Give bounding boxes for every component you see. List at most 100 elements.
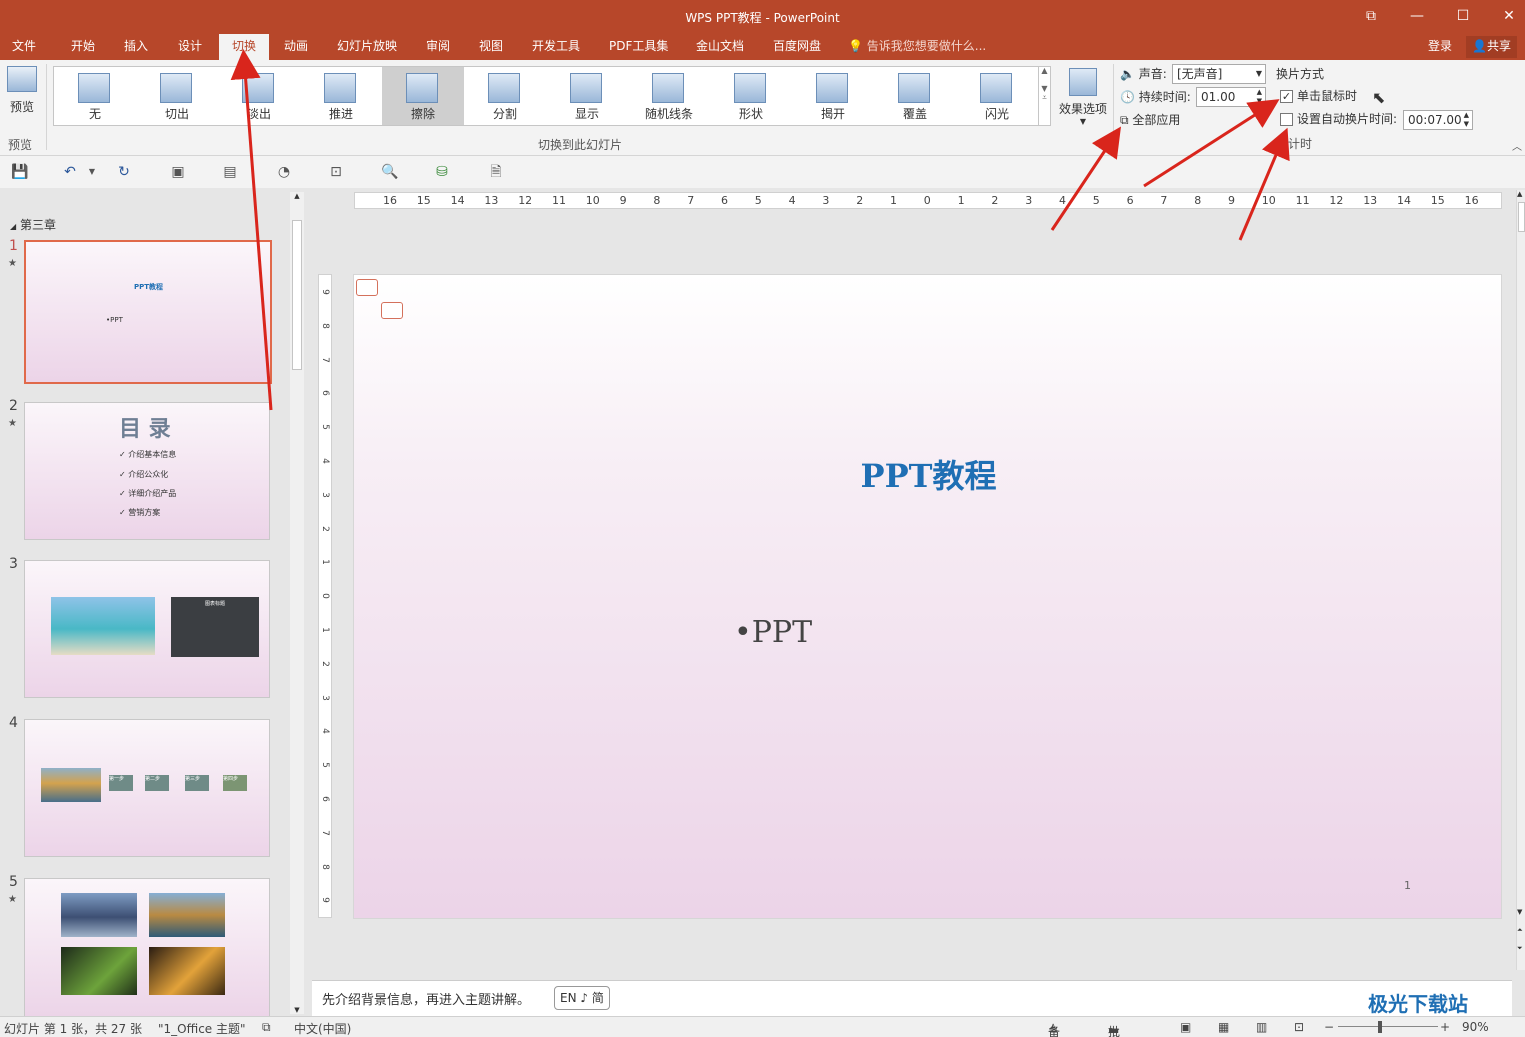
minimize-button[interactable]: — bbox=[1404, 4, 1430, 28]
tab-design[interactable]: 设计 bbox=[174, 34, 206, 60]
section-header[interactable]: ◢ 第三章 bbox=[10, 216, 56, 233]
tab-review[interactable]: 审阅 bbox=[422, 34, 454, 60]
apply-all-button[interactable]: ⧉ 全部应用 bbox=[1120, 110, 1180, 130]
login-link[interactable]: 登录 bbox=[1428, 34, 1452, 58]
zoom-level[interactable]: 90% bbox=[1462, 1020, 1489, 1034]
preview-button[interactable]: 预览 bbox=[4, 66, 40, 115]
effect-options-button[interactable]: 效果选项 ▼ bbox=[1058, 68, 1108, 126]
slide-sorter-icon[interactable]: ▦ bbox=[1218, 1020, 1229, 1034]
apply-all-icon: ⧉ bbox=[1120, 113, 1129, 127]
tab-file[interactable]: 文件 bbox=[8, 34, 40, 60]
spinner-icon[interactable]: ▲ ▼ bbox=[1464, 111, 1469, 129]
window-title: WPS PPT教程 - PowerPoint bbox=[685, 11, 840, 25]
transition-cover[interactable]: 覆盖 bbox=[874, 67, 956, 125]
transition-none[interactable]: 无 bbox=[54, 67, 136, 125]
tab-baidu-netdisk[interactable]: 百度网盘 bbox=[769, 34, 825, 60]
transition-shape[interactable]: 形状 bbox=[710, 67, 792, 125]
on-click-checkbox[interactable]: ✓ bbox=[1280, 90, 1293, 103]
slide-thumbnail[interactable] bbox=[24, 878, 270, 1018]
transition-push[interactable]: 推进 bbox=[300, 67, 382, 125]
transition-flash[interactable]: 闪光 bbox=[956, 67, 1038, 125]
ruler-tick: 11 bbox=[552, 194, 566, 207]
transition-uncover[interactable]: 揭开 bbox=[792, 67, 874, 125]
ruler-tick: 5 bbox=[320, 762, 330, 769]
panel-scroll-thumb[interactable] bbox=[292, 220, 302, 370]
ruler-tick: 4 bbox=[320, 458, 330, 464]
share-button[interactable]: 👤共享 bbox=[1466, 36, 1517, 58]
notes-text[interactable]: 先介绍背景信息，再进入主题讲解。 bbox=[322, 989, 530, 1008]
collapse-ribbon-icon[interactable]: ︿ bbox=[1512, 138, 1522, 153]
zoom-slider[interactable] bbox=[1338, 1026, 1438, 1027]
maximize-button[interactable]: ☐ bbox=[1450, 4, 1476, 28]
zoom-in-icon[interactable]: + bbox=[1440, 1020, 1450, 1034]
tab-kingsoft-docs[interactable]: 金山文档 bbox=[692, 34, 748, 60]
new-slide-icon[interactable]: ▣ bbox=[168, 162, 188, 182]
normal-view-icon[interactable]: ▣ bbox=[1180, 1020, 1191, 1034]
slide-thumbnail[interactable]: 图表标题 bbox=[24, 560, 270, 698]
editor-scroll-thumb[interactable] bbox=[1518, 202, 1525, 232]
document-link-icon[interactable]: 🗎 bbox=[486, 162, 506, 182]
gallery-scroll[interactable]: ▲ ▼ ⩡ bbox=[1038, 66, 1050, 126]
panel-scrollbar[interactable]: ▲ ▼ bbox=[290, 192, 304, 1014]
transition-fade[interactable]: 淡出 bbox=[218, 67, 300, 125]
transition-random-bars[interactable]: 随机线条 bbox=[628, 67, 710, 125]
scroll-down-icon[interactable]: ▼ bbox=[1517, 908, 1522, 916]
next-slide-icon[interactable]: ⏷ bbox=[1517, 944, 1523, 953]
redo-icon[interactable]: ↻ bbox=[114, 162, 134, 182]
tab-home[interactable]: 开始 bbox=[67, 34, 99, 60]
duration-input[interactable]: 01.00 ▲ ▼ bbox=[1196, 87, 1266, 107]
comment-icon[interactable] bbox=[356, 279, 378, 296]
undo-icon[interactable]: ↶ bbox=[60, 162, 80, 182]
notes-pane[interactable]: 先介绍背景信息，再进入主题讲解。 EN ♪ 简 bbox=[312, 980, 1512, 1016]
scroll-up-icon[interactable]: ▲ bbox=[290, 192, 304, 200]
sync-icon[interactable]: ⛁ bbox=[432, 162, 452, 182]
transition-wipe[interactable]: 擦除 bbox=[382, 67, 464, 125]
tab-slideshow[interactable]: 幻灯片放映 bbox=[333, 34, 401, 60]
tab-pdf-tools[interactable]: PDF工具集 bbox=[605, 34, 672, 60]
zoom-out-icon[interactable]: − bbox=[1324, 1020, 1334, 1034]
slide-thumbnail[interactable]: PPT教程 •PPT bbox=[24, 240, 272, 384]
tab-insert[interactable]: 插入 bbox=[120, 34, 152, 60]
slideshow-view-icon[interactable]: ⊡ bbox=[1294, 1020, 1304, 1034]
tell-me-box[interactable]: 💡 告诉我您想要做什么... bbox=[848, 34, 986, 60]
auto-advance-input[interactable]: 00:07.00 ▲ ▼ bbox=[1403, 110, 1473, 130]
autumn-lake-image bbox=[149, 893, 225, 937]
save-icon[interactable]: 💾 bbox=[10, 162, 30, 182]
transition-cut-icon bbox=[160, 73, 192, 103]
present-icon[interactable]: ⊡ bbox=[326, 162, 346, 182]
spellcheck-icon[interactable]: ⧉ bbox=[262, 1020, 271, 1035]
sound-value: [无声音] bbox=[1177, 67, 1223, 81]
reading-view-icon[interactable]: ▥ bbox=[1256, 1020, 1267, 1034]
tab-developer[interactable]: 开发工具 bbox=[528, 34, 584, 60]
comment-icon[interactable] bbox=[381, 302, 403, 319]
slide-body[interactable]: •PPT bbox=[734, 615, 812, 650]
editor-scrollbar[interactable]: ▲ ▼ ⏶ ⏷ bbox=[1516, 190, 1525, 970]
scroll-down-icon[interactable]: ▼ bbox=[290, 1006, 304, 1014]
slide-canvas[interactable]: PPT教程 •PPT 1 bbox=[353, 274, 1502, 919]
slide-thumbnail[interactable]: 目 录 ✓ 介绍基本信息 ✓ 介绍公众化 ✓ 详细介绍产品 ✓ 营销方案 bbox=[24, 402, 270, 540]
sound-select[interactable]: [无声音] ▼ bbox=[1172, 64, 1266, 84]
language[interactable]: 中文(中国) bbox=[294, 1020, 351, 1037]
slide-title[interactable]: PPT教程 bbox=[354, 451, 1503, 497]
transition-gallery: 无 切出 淡出 推进 擦除 分割 显示 随机线条 形状 揭开 覆盖 闪光 bbox=[53, 66, 1051, 126]
transition-split[interactable]: 分割 bbox=[464, 67, 546, 125]
layout-icon[interactable]: ▤ bbox=[220, 162, 240, 182]
undo-dropdown-icon[interactable]: ▼ bbox=[82, 162, 102, 182]
animation-star-icon: ★ bbox=[8, 418, 17, 429]
auto-advance-checkbox[interactable] bbox=[1280, 113, 1293, 126]
spinner-icon[interactable]: ▲ ▼ bbox=[1257, 88, 1262, 106]
close-button[interactable]: ✕ bbox=[1496, 4, 1522, 28]
slide-thumbnail[interactable]: 第一步 第二步 第三步 第四步 bbox=[24, 719, 270, 857]
slideshow-icon[interactable]: ◔ bbox=[274, 162, 294, 182]
transition-cut[interactable]: 切出 bbox=[136, 67, 218, 125]
ime-indicator[interactable]: EN ♪ 简 bbox=[554, 986, 610, 1010]
ribbon-display-icon[interactable]: ⧉ bbox=[1358, 4, 1384, 28]
scroll-up-icon[interactable]: ▲ bbox=[1517, 190, 1525, 198]
tab-view[interactable]: 视图 bbox=[475, 34, 507, 60]
zoom-slider-thumb[interactable] bbox=[1378, 1021, 1382, 1033]
prev-slide-icon[interactable]: ⏶ bbox=[1517, 926, 1523, 935]
tab-animations[interactable]: 动画 bbox=[280, 34, 312, 60]
tab-transitions[interactable]: 切换 bbox=[219, 34, 269, 60]
zoom-page-icon[interactable]: 🔍 bbox=[380, 162, 400, 182]
transition-reveal[interactable]: 显示 bbox=[546, 67, 628, 125]
